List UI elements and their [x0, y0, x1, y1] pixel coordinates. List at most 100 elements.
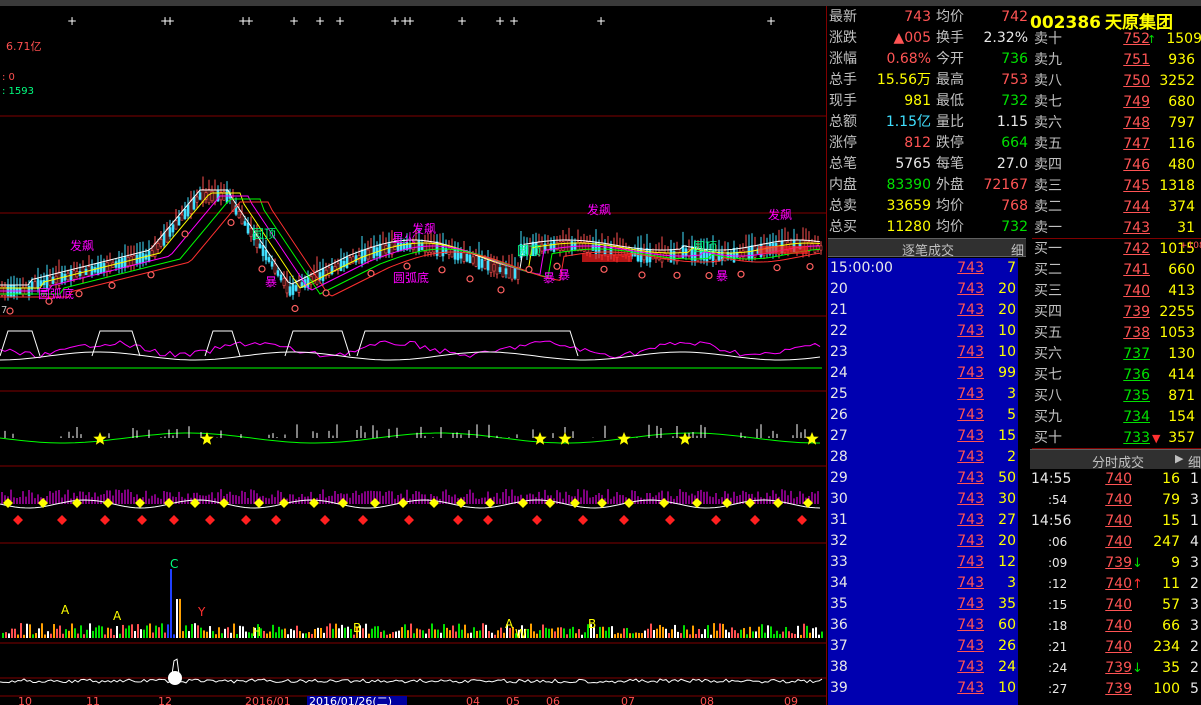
- time-sales-header[interactable]: 分时成交 ▶ 细: [1030, 449, 1201, 471]
- time-sales-volume: 79: [1162, 492, 1180, 508]
- order-book-bid-row[interactable]: 买九 734 154: [1032, 407, 1201, 428]
- time-sales-price[interactable]: 740: [1088, 511, 1132, 532]
- order-book-bid-row[interactable]: 买三 740 413: [1032, 281, 1201, 302]
- candle-body: [180, 214, 184, 221]
- tick-volume: 7: [1007, 260, 1016, 276]
- time-sales-price[interactable]: 739: [1088, 658, 1132, 679]
- arrow-down-icon: ▼: [1152, 432, 1161, 445]
- time-sales-row[interactable]: :21 740 234 2: [1030, 637, 1201, 658]
- diamond-signal: [57, 515, 67, 525]
- order-book-ask-row[interactable]: 卖六 748 797: [1032, 113, 1201, 134]
- volume-bar: [731, 627, 733, 638]
- volume-bar: [710, 634, 712, 638]
- time-sales-price[interactable]: 739: [1088, 679, 1132, 700]
- tick-row[interactable]: 24 743 99: [828, 363, 1018, 384]
- tick-row[interactable]: 39 743 10: [828, 678, 1018, 699]
- order-book-ask-row[interactable]: 卖十 752 1509 ↑: [1032, 29, 1201, 50]
- order-book-bid-row[interactable]: 买六 737 130: [1032, 344, 1201, 365]
- tick-row[interactable]: 37 743 26: [828, 636, 1018, 657]
- tick-row[interactable]: 25 743 3: [828, 384, 1018, 405]
- diamond-signal: [320, 515, 330, 525]
- time-sales-row[interactable]: :18 740 66 3: [1030, 616, 1201, 637]
- time-sales-price[interactable]: 740: [1088, 637, 1132, 658]
- tick-row[interactable]: 15:00:00 743 7: [828, 258, 1018, 279]
- quote-label: 涨停: [829, 135, 857, 151]
- volume-bar: [371, 628, 373, 638]
- time-sales-row[interactable]: 14:55 740 16 1: [1030, 469, 1201, 490]
- volume-bar: [386, 634, 388, 638]
- volume-bar: [347, 626, 349, 638]
- volume-bar: [143, 629, 145, 638]
- time-sales-row[interactable]: 14:56 740 15 1: [1030, 511, 1201, 532]
- volume-bar: [725, 629, 727, 638]
- order-book-volume: 130: [1168, 346, 1195, 362]
- time-sales-expand-icon[interactable]: ▶: [1175, 452, 1183, 465]
- order-book-bid-row[interactable]: 买四 739 2255: [1032, 302, 1201, 323]
- kline-chart-area[interactable]: + + + + + + + + + + + + + + + +6.71亿: 0: 1593 7 发飙 圆弧底 圆顶 星火…: [0, 6, 826, 705]
- time-sales-row[interactable]: :09 739 9 3 ↓: [1030, 553, 1201, 574]
- order-book-volume: 357: [1168, 430, 1195, 446]
- time-sales-price[interactable]: 740: [1088, 469, 1132, 490]
- order-book-bid-row[interactable]: 买二 741 660: [1032, 260, 1201, 281]
- tick-row[interactable]: 20 743 20: [828, 279, 1018, 300]
- volume-bar: [152, 632, 154, 638]
- time-sales-row[interactable]: :24 739 35 2 ↓: [1030, 658, 1201, 679]
- tick-row[interactable]: 30 743 30: [828, 489, 1018, 510]
- tick-row[interactable]: 23 743 10: [828, 342, 1018, 363]
- time-sales-price[interactable]: 740: [1088, 574, 1132, 595]
- time-sales-row[interactable]: :27 739 100 5: [1030, 679, 1201, 700]
- time-sales-price[interactable]: 740: [1088, 595, 1132, 616]
- volume-bar: [734, 630, 736, 638]
- tick-row[interactable]: 33 743 12: [828, 552, 1018, 573]
- tick-row[interactable]: 34 743 3: [828, 573, 1018, 594]
- quote-value: 27.0: [996, 156, 1028, 172]
- order-book-ask-row[interactable]: 卖五 747 116: [1032, 134, 1201, 155]
- tick-row[interactable]: 29 743 50: [828, 468, 1018, 489]
- order-book-ask-row[interactable]: 卖三 745 1318: [1032, 176, 1201, 197]
- volume-label: C: [170, 557, 178, 571]
- order-book-price[interactable]: 752: [1106, 29, 1150, 50]
- time-sales-row[interactable]: :54 740 79 3: [1030, 490, 1201, 511]
- time-sales-price[interactable]: 740: [1088, 490, 1132, 511]
- pattern-annotation: 暴: [265, 275, 277, 289]
- time-sales-price[interactable]: 739: [1088, 553, 1132, 574]
- volume-bar: [224, 628, 226, 638]
- tick-panel-title[interactable]: 逐笔成交: [902, 240, 954, 259]
- order-book-ask-row[interactable]: 卖二 744 374: [1032, 197, 1201, 218]
- tick-panel-header[interactable]: 逐笔成交 细: [828, 238, 1026, 259]
- tick-row[interactable]: 38 743 24: [828, 657, 1018, 678]
- tick-row[interactable]: 31 743 27: [828, 510, 1018, 531]
- time-sales-price[interactable]: 740: [1088, 616, 1132, 637]
- time-sales-row[interactable]: :06 740 247 4: [1030, 532, 1201, 553]
- tick-row[interactable]: 36 743 60: [828, 615, 1018, 636]
- volume-bar: [131, 624, 133, 638]
- volume-bar: [284, 628, 286, 638]
- kline-chart-svg[interactable]: + ++ ++ + + + + ++ + + + + +6.71亿: 0: 15937发飙圆弧底圆顶 星火…: [0, 6, 826, 705]
- volume-bar: [563, 628, 565, 638]
- time-sales-row[interactable]: :15 740 57 3: [1030, 595, 1201, 616]
- time-sales-price[interactable]: 740: [1088, 532, 1132, 553]
- order-book-bid-row[interactable]: 买八 735 871: [1032, 386, 1201, 407]
- order-book-ask-row[interactable]: 卖四 746 480: [1032, 155, 1201, 176]
- order-book-ask-row[interactable]: 卖八 750 3252: [1032, 71, 1201, 92]
- tick-row[interactable]: 35 743 35: [828, 594, 1018, 615]
- order-book-bid-row[interactable]: 买七 736 414: [1032, 365, 1201, 386]
- candle-body: [513, 268, 517, 279]
- tick-row[interactable]: 22 743 10: [828, 321, 1018, 342]
- tick-row[interactable]: 32 743 20: [828, 531, 1018, 552]
- quote-value: 11280: [886, 219, 931, 235]
- tick-panel-detail-toggle[interactable]: 细: [1011, 240, 1024, 259]
- tick-row[interactable]: 27 743 15: [828, 426, 1018, 447]
- order-book-bid-row[interactable]: 买十 733 357 ▼: [1032, 428, 1201, 449]
- tick-row[interactable]: 21 743 20: [828, 300, 1018, 321]
- tick-row[interactable]: 28 743 2: [828, 447, 1018, 468]
- order-book-ask-row[interactable]: 卖一 743 31: [1032, 218, 1201, 239]
- tick-list[interactable]: 15:00:00 743 7 20 743 20 21 743 20 22 743 10 23 743 10…: [828, 258, 1018, 705]
- order-book-ask-row[interactable]: 卖七 749 680: [1032, 92, 1201, 113]
- tick-row[interactable]: 26 743 5: [828, 405, 1018, 426]
- order-book-ask-row[interactable]: 卖九 751 936: [1032, 50, 1201, 71]
- tick-list-scrollbar[interactable]: [1018, 258, 1028, 705]
- order-book-bid-row[interactable]: 买一7421015+108: [1032, 239, 1201, 260]
- time-sales-row[interactable]: :12 740 11 2 ↑: [1030, 574, 1201, 595]
- order-book-bid-row[interactable]: 买五 738 1053: [1032, 323, 1201, 344]
